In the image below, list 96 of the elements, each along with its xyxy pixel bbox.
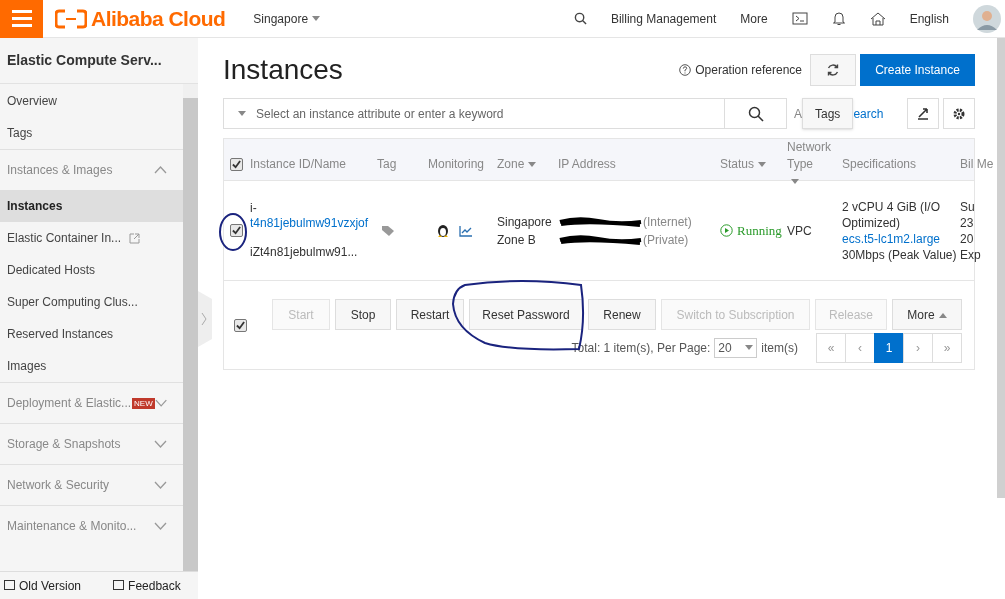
table-cell-text: 23 [960, 214, 975, 231]
zone-text: Zone B [497, 231, 537, 249]
page-button[interactable]: 1 [874, 333, 904, 363]
search-icon[interactable] [573, 12, 587, 25]
table-cell-text: Exp [960, 246, 982, 263]
bell-icon[interactable] [831, 11, 846, 26]
sidebar-item[interactable]: Tags [0, 117, 183, 149]
top-nav-link[interactable]: More [740, 9, 768, 28]
select-all-checkbox[interactable] [230, 157, 243, 171]
chevron-icon [154, 166, 167, 174]
refresh-button[interactable] [810, 54, 856, 86]
caret-icon [238, 110, 246, 117]
bulk-checkbox[interactable] [234, 318, 247, 332]
home-icon[interactable] [869, 11, 886, 26]
logo-icon [55, 8, 87, 29]
network-type: VPC [787, 222, 813, 240]
sidebar-item[interactable]: Images [0, 350, 183, 382]
back-icon [4, 580, 15, 591]
tag-icon[interactable] [381, 224, 395, 237]
chat-icon [113, 580, 125, 591]
caret-icon [312, 15, 321, 22]
advanced-search-link[interactable]: earch [853, 104, 884, 123]
language-selector[interactable]: English [909, 9, 949, 28]
sidebar-title: Elastic Compute Serv... [0, 38, 198, 84]
status-text: Running [737, 221, 782, 240]
avatar-icon[interactable] [973, 4, 1001, 33]
caret-icon [791, 178, 799, 185]
sidebar-group[interactable]: Deployment & Elastic... NEW [0, 382, 183, 423]
penguin-icon [437, 223, 449, 238]
play-icon [720, 224, 733, 237]
new-badge: NEW [132, 397, 155, 409]
instance-name: iZt4n81jebulmw91... [250, 243, 359, 261]
region-selector[interactable]: Singapore [253, 9, 321, 28]
action-button[interactable]: More [892, 299, 962, 330]
refresh-icon [826, 63, 840, 77]
column-header: Bil Me [960, 156, 995, 173]
chevron-icon [154, 522, 167, 530]
zone-text: Singapore [497, 213, 553, 231]
search-icon [747, 105, 764, 122]
action-button[interactable]: Renew [588, 299, 656, 330]
external-link-icon [129, 232, 141, 244]
download-icon [917, 107, 929, 120]
settings-button[interactable] [943, 98, 975, 129]
caret-icon [758, 161, 767, 168]
column-header: IP Address [558, 156, 617, 173]
menu-button[interactable] [0, 0, 43, 38]
table-cell-text: 20 [960, 230, 975, 247]
scrollbar[interactable] [183, 84, 198, 571]
instance-type-link[interactable]: ecs.t5-lc1m2.large [842, 230, 960, 247]
terminal-icon[interactable] [791, 12, 808, 25]
chevron-icon [154, 399, 167, 407]
scrollbar[interactable] [997, 38, 1005, 498]
sidebar-item[interactable]: Overview [0, 85, 183, 117]
operation-reference-link[interactable]: Operation reference [679, 61, 802, 79]
caret-icon [528, 161, 537, 168]
top-nav-link[interactable]: Billing Management [610, 9, 717, 28]
table-cell-text: Su [960, 198, 976, 215]
column-header: Instance ID/Name [250, 156, 348, 173]
tooltip: Tags [802, 98, 854, 129]
sidebar-item[interactable]: Dedicated Hosts [0, 254, 183, 286]
sidebar-item[interactable]: Reserved Instances [0, 318, 183, 350]
instance-id-link[interactable]: i- t4n81jebulmw91vzxjof [250, 200, 377, 231]
spec-text: 2 vCPU 4 GiB (I/O Optimized) [842, 198, 942, 231]
ip-label: (Internet) [643, 213, 692, 231]
ip-label: (Private) [643, 231, 689, 249]
column-header: Monitoring [428, 156, 486, 173]
sidebar-item[interactable]: Super Computing Clus... [0, 286, 183, 318]
collapse-handle[interactable] [198, 291, 212, 347]
footer-link[interactable]: Feedback [113, 576, 181, 595]
pagination-unit: item(s) [761, 340, 798, 357]
annotation-circle [217, 211, 249, 253]
brand-name: Alibaba Cloud [91, 5, 226, 32]
advanced-search-link[interactable]: A [794, 104, 802, 123]
spec-text: 30Mbps (Peak Value) [842, 246, 958, 263]
per-page-select[interactable]: 20 [714, 338, 758, 358]
sidebar-item[interactable]: Instances [0, 190, 183, 222]
create-instance-button[interactable]: Create Instance [860, 54, 975, 86]
chart-icon[interactable] [459, 224, 473, 237]
export-button[interactable] [907, 98, 939, 129]
gear-icon [953, 107, 965, 120]
help-icon [679, 64, 692, 76]
action-button[interactable]: Restart [396, 299, 464, 330]
row-checkbox[interactable] [230, 223, 243, 237]
footer-link[interactable]: Old Version [4, 576, 82, 595]
chevron-icon [154, 481, 167, 489]
search-field[interactable]: Select an instance attribute or enter a keyword [223, 98, 725, 129]
column-header: Specifications [842, 156, 918, 173]
chevron-icon [154, 440, 167, 448]
caret-icon [745, 345, 754, 351]
sidebar-item[interactable]: Elastic Container In... [0, 222, 183, 254]
column-header: Tag [377, 156, 398, 173]
page-title: Instances [223, 56, 343, 84]
caret-icon [938, 312, 947, 319]
action-button[interactable]: Stop [335, 299, 391, 330]
action-button[interactable]: Reset Password [469, 299, 583, 330]
search-button[interactable] [725, 98, 787, 129]
